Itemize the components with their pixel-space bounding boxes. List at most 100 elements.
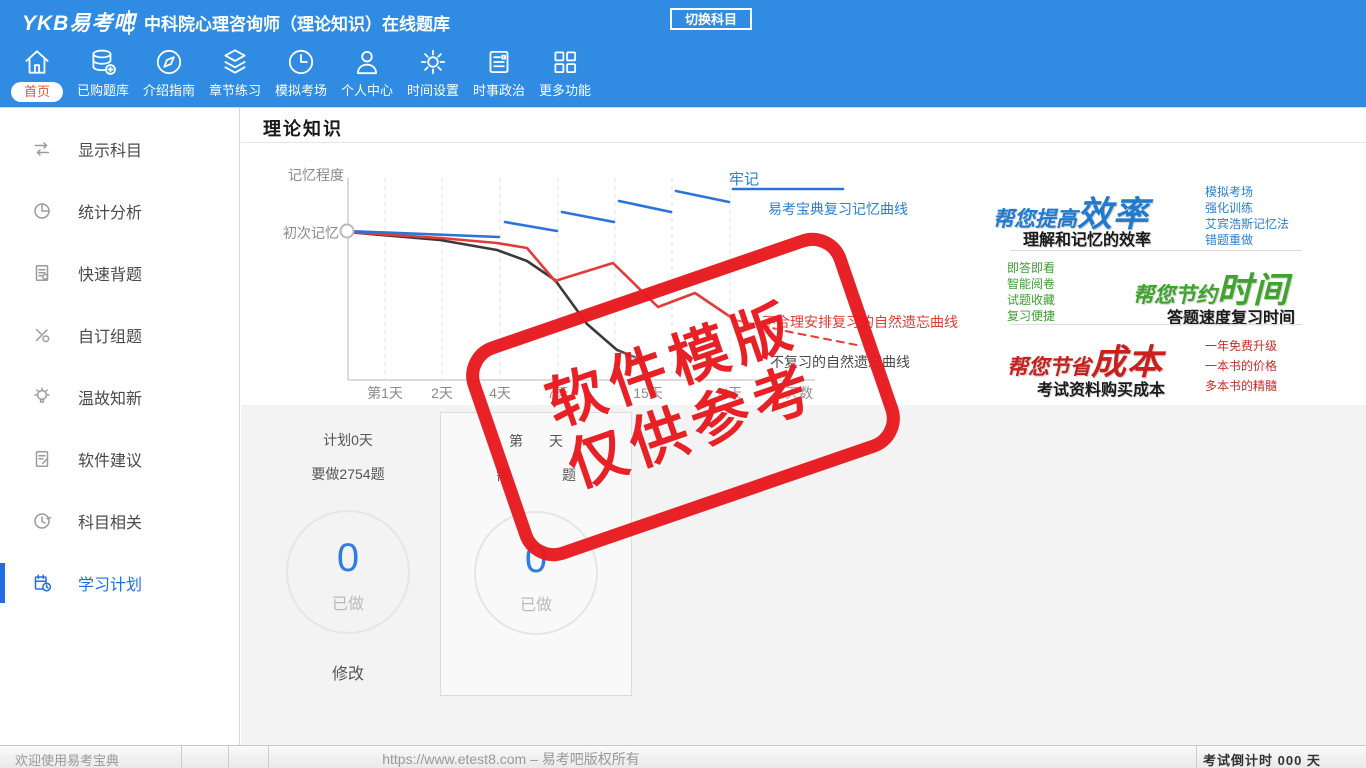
news-icon (483, 46, 515, 78)
chart-ylabel-first-memory: 初次记忆 (283, 225, 339, 241)
chart-label-black-curve: 不复习的自然遗忘曲线 (770, 354, 910, 370)
document-icon (32, 263, 52, 283)
nav-item-label: 章节练习 (208, 83, 261, 98)
layers-icon (219, 46, 251, 78)
done-count-label: 已做 (519, 597, 552, 614)
plan-total-questions: 要做2754题 (311, 466, 385, 482)
person-icon (351, 46, 383, 78)
sidebar-item-software-feedback[interactable]: 软件建议 (0, 428, 239, 490)
nav-item-home[interactable]: 首页 (8, 46, 66, 102)
compass-icon (153, 46, 185, 78)
promo-cost-list: 一年免费升级 一本书的价格 多本书的精髓 (1205, 339, 1278, 393)
sidebar-item-label: 温故知新 (78, 391, 143, 408)
app-title: 中科院心理咨询师（理论知识）在线题库 (128, 10, 450, 35)
sidebar-item-quick-memorize[interactable]: 快速背题 (0, 242, 239, 304)
day-title: 第天 (509, 433, 563, 449)
page-title: 理论知识 (263, 119, 343, 139)
svg-text:7天: 7天 (547, 385, 569, 401)
nav-item-current-affairs[interactable]: 时事政治 (466, 46, 532, 100)
nav-item-purchased-banks[interactable]: 已购题库 (70, 46, 136, 100)
pie-chart-icon (32, 201, 52, 221)
chart-label-blue-curve: 易考宝典复习记忆曲线 (768, 201, 908, 217)
document-pencil-icon (32, 449, 52, 469)
chart-label-red-curve: 不合理安排复习的自然遗忘曲线 (762, 314, 958, 330)
nav-item-chapter-practice[interactable]: 章节练习 (202, 46, 268, 100)
nav-item-mock-exam[interactable]: 模拟考场 (268, 46, 334, 100)
done-count: 0 (524, 537, 548, 581)
nav-item-more-functions[interactable]: 更多功能 (532, 46, 598, 100)
nav-item-label: 模拟考场 (274, 83, 327, 98)
plan-card-2: 第天 需题 0 已做 (440, 412, 632, 696)
promo-time-list: 即答即看 智能阅卷 试题收藏 复习便捷 (1007, 261, 1056, 323)
sidebar-item-subject-related[interactable]: 科目相关 (0, 490, 239, 552)
sidebar: 显示科目 统计分析 快速背题 自订组题 温故知新 软件建议 科目相关 学习计划 (0, 108, 240, 745)
promo-efficiency-list: 模拟考场 强化训练 艾宾浩斯记忆法 错题重做 (1205, 185, 1290, 247)
swap-arrows-icon (32, 139, 52, 159)
exam-countdown: 考试倒计时 000 天 (1203, 753, 1321, 768)
done-count-circle: 0 已做 (286, 510, 410, 634)
svg-text:2天: 2天 (431, 385, 453, 401)
chart-ylabel-degree: 记忆程度 (288, 167, 344, 183)
svg-text:天数: 天数 (785, 385, 813, 401)
plan-days: 计划0天 (323, 432, 373, 448)
sidebar-item-label: 快速背题 (78, 267, 143, 284)
modify-plan-button[interactable]: 修改 (332, 660, 364, 684)
nav-item-label: 个人中心 (340, 83, 393, 98)
grid-icon (549, 46, 581, 78)
app-logo: YKB易考吧 (22, 12, 136, 35)
content-header: 理论知识 (241, 108, 1366, 143)
gear-icon (417, 46, 449, 78)
promo-panel: 帮您提高效率 理解和记忆的效率 模拟考场 强化训练 艾宾浩斯记忆法 错题重做 即答即… (985, 178, 1335, 406)
subject-clock-icon (32, 511, 52, 531)
nav-item-label: 介绍指南 (142, 83, 195, 98)
titlebar: YKB易考吧 中科院心理咨询师（理论知识）在线题库 切换科目 (0, 0, 1366, 38)
nav-item-label: 更多功能 (538, 83, 591, 98)
switch-subject-button[interactable]: 切换科目 (670, 8, 752, 30)
nav-item-label: 时间设置 (406, 83, 459, 98)
plan-calendar-icon (32, 573, 52, 593)
sidebar-item-review-old[interactable]: 温故知新 (0, 366, 239, 428)
sidebar-item-show-subject[interactable]: 显示科目 (0, 118, 239, 180)
nav-item-time-settings[interactable]: 时间设置 (400, 46, 466, 100)
statusbar-divider (268, 746, 269, 768)
sidebar-item-statistics[interactable]: 统计分析 (0, 180, 239, 242)
lightbulb-icon (32, 387, 52, 407)
done-count-circle: 0 已做 (474, 511, 598, 635)
nav-item-label: 已购题库 (76, 83, 129, 98)
sidebar-item-label: 学习计划 (78, 577, 143, 594)
nav-item-label: 首页 (10, 82, 63, 102)
sidebar-item-study-plan[interactable]: 学习计划 (0, 552, 239, 614)
sidebar-item-label: 软件建议 (78, 453, 143, 470)
promo-divider-2 (1010, 324, 1302, 325)
nav-item-intro-guide[interactable]: 介绍指南 (136, 46, 202, 100)
done-count: 0 (336, 536, 360, 580)
chart-label-hold: 牢记 (729, 171, 760, 188)
svg-text:15天: 15天 (633, 385, 663, 401)
sidebar-item-label: 自订组题 (78, 329, 143, 346)
statusbar-divider (1196, 746, 1197, 768)
database-icon (87, 46, 119, 78)
statusbar-divider (181, 746, 182, 768)
welcome-text: 欢迎使用易考宝典 (15, 753, 120, 768)
svg-text:第1天: 第1天 (367, 385, 403, 401)
svg-text:4天: 4天 (489, 385, 511, 401)
sidebar-item-custom-quiz[interactable]: 自订组题 (0, 304, 239, 366)
done-count-label: 已做 (331, 596, 364, 613)
promo-cost-caption: 考试资料购买成本 (1037, 382, 1166, 399)
sidebar-item-label: 显示科目 (78, 143, 143, 160)
status-bar: 欢迎使用易考宝典 https://www.etest8.com – 易考吧版权所… (0, 745, 1366, 768)
clock-icon (285, 46, 317, 78)
nav-item-label: 时事政治 (472, 83, 525, 98)
promo-efficiency-caption: 理解和记忆的效率 (1023, 232, 1152, 249)
sidebar-item-label: 统计分析 (78, 205, 143, 222)
sidebar-item-label: 科目相关 (78, 515, 143, 532)
home-icon (21, 46, 53, 78)
nav-item-personal-center[interactable]: 个人中心 (334, 46, 400, 100)
nav-bar: 首页 已购题库 介绍指南 章节练习 模拟考场 个人中心 时间设置 时事政治 更多… (0, 38, 1366, 108)
app-window: YKB易考吧 中科院心理咨询师（理论知识）在线题库 切换科目 首页 已购题库 介… (0, 0, 1366, 768)
day-need-questions: 需题 (496, 467, 576, 483)
plan-card-1: 计划0天 要做2754题 0 已做 修改 (258, 412, 438, 702)
statusbar-divider (228, 746, 229, 768)
promo-divider-1 (1010, 250, 1302, 251)
copyright-text: https://www.etest8.com – 易考吧版权所有 (382, 751, 640, 767)
